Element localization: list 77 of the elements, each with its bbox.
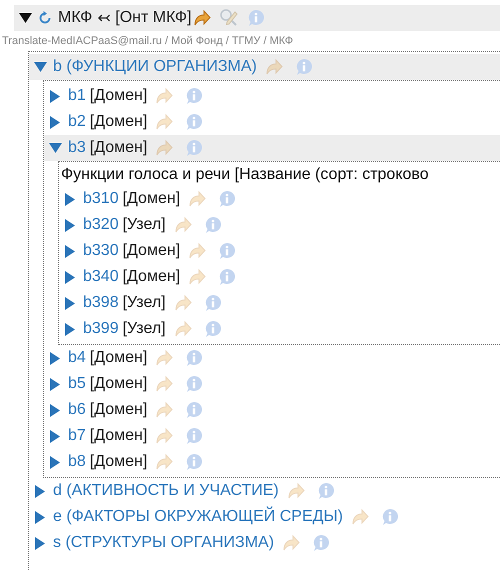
node-type: [Домен] [122, 242, 180, 260]
node-type: [Домен] [90, 427, 148, 445]
node-link[interactable]: b340 [83, 268, 119, 286]
info-icon[interactable] [316, 482, 335, 500]
node-link[interactable]: b8 [68, 453, 86, 471]
expand-toggle[interactable] [48, 429, 62, 443]
ontology-title: МКФ [58, 9, 92, 27]
expand-toggle[interactable] [33, 484, 47, 498]
node-type: [Домен] [90, 113, 148, 131]
node-type: [Домен] [90, 375, 148, 393]
expand-toggle[interactable] [63, 244, 77, 258]
refresh-icon[interactable] [38, 11, 52, 25]
expand-toggle[interactable] [48, 89, 62, 103]
node-type: [Узел] [122, 294, 166, 312]
info-icon[interactable] [247, 9, 266, 27]
node-link[interactable]: b330 [83, 242, 119, 260]
info-icon[interactable] [185, 375, 204, 393]
expand-toggle[interactable] [63, 322, 77, 336]
node-link[interactable]: b7 [68, 427, 86, 445]
expand-toggle[interactable] [48, 403, 62, 417]
info-icon[interactable] [185, 427, 204, 445]
info-icon[interactable] [204, 294, 222, 312]
breadcrumb: Translate-MedIACPaaS@mail.ru / Мой Фонд / ТГМУ / МКФ [2, 34, 294, 49]
info-icon[interactable] [185, 113, 204, 131]
curved-arrow-icon[interactable] [193, 9, 212, 27]
info-icon[interactable] [185, 401, 204, 419]
node-type: [Узел] [122, 216, 166, 234]
expand-toggle[interactable] [33, 510, 47, 524]
info-icon[interactable] [185, 453, 204, 471]
expand-toggle[interactable] [48, 377, 62, 391]
node-type: [Домен] [122, 268, 180, 286]
node-link[interactable]: b398 [83, 294, 119, 312]
expand-toggle[interactable] [63, 270, 77, 284]
node-link[interactable]: b320 [83, 216, 119, 234]
info-icon[interactable] [218, 190, 236, 208]
node-link[interactable]: s (СТРУКТУРЫ ОРГАНИЗМА) [53, 534, 274, 552]
node-type: [Домен] [90, 139, 148, 157]
expand-toggle[interactable] [63, 218, 77, 232]
collapse-toggle[interactable] [33, 60, 47, 74]
node-link[interactable]: b399 [83, 320, 119, 338]
node-description: Функции голоса и речи [Название (сорт: строково [60, 165, 430, 185]
info-icon[interactable] [294, 58, 313, 76]
node-type: [Домен] [90, 453, 148, 471]
info-icon[interactable] [218, 242, 236, 260]
info-icon[interactable] [185, 349, 204, 367]
node-link[interactable]: b5 [68, 375, 86, 393]
expand-toggle[interactable] [33, 536, 47, 550]
node-type: [Домен] [90, 401, 148, 419]
node-type: [Домен] [90, 349, 148, 367]
node-link[interactable]: b6 [68, 401, 86, 419]
expand-toggle[interactable] [48, 115, 62, 129]
info-icon[interactable] [218, 268, 236, 286]
collapse-toggle[interactable] [18, 11, 32, 25]
expand-toggle[interactable] [63, 192, 77, 206]
node-type: [Узел] [122, 320, 166, 338]
expand-toggle[interactable] [63, 296, 77, 310]
node-link[interactable]: b3 [68, 139, 86, 157]
node-link[interactable]: e (ФАКТОРЫ ОКРУЖАЮЩЕЙ СРЕДЫ) [53, 508, 343, 526]
info-icon[interactable] [380, 508, 399, 526]
info-icon[interactable] [185, 87, 204, 105]
info-icon[interactable] [312, 534, 330, 552]
node-type: [Домен] [122, 190, 180, 208]
expand-toggle[interactable] [48, 351, 62, 365]
edit-search-icon[interactable] [219, 8, 240, 28]
node-link[interactable]: b2 [68, 113, 86, 131]
node-type: [Домен] [90, 87, 148, 105]
expand-toggle[interactable] [48, 455, 62, 469]
relation-symbol: ↢ [97, 9, 110, 28]
info-icon[interactable] [204, 216, 222, 234]
ontology-name: [Онт МКФ] [115, 9, 192, 27]
info-icon[interactable] [185, 139, 204, 157]
collapse-toggle[interactable] [48, 141, 62, 155]
node-link[interactable]: b310 [83, 190, 119, 208]
node-link[interactable]: b1 [68, 87, 86, 105]
info-icon[interactable] [204, 320, 222, 338]
node-link[interactable]: b4 [68, 349, 86, 367]
node-link[interactable]: d (АКТИВНОСТЬ И УЧАСТИЕ) [53, 482, 279, 500]
